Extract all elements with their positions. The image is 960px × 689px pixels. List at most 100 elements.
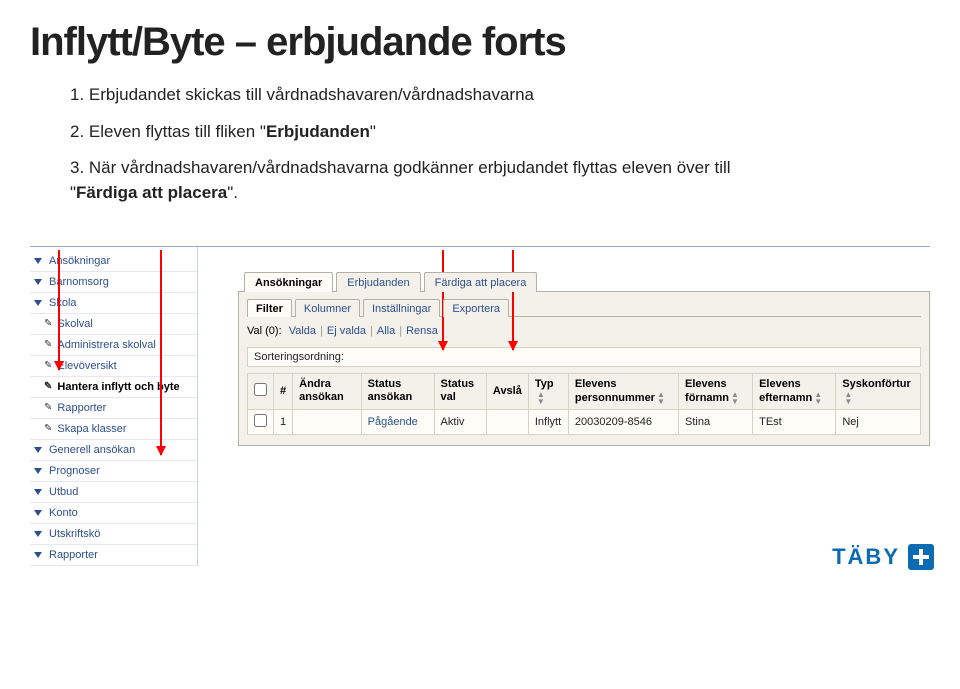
sidebar-item[interactable]: ✎ Rapporter: [30, 398, 197, 419]
table-header: [248, 373, 274, 409]
sidebar-item-label: Elevöversikt: [57, 360, 116, 372]
wand-icon: ✎: [44, 360, 52, 371]
status-link[interactable]: Pågående: [368, 416, 418, 428]
wand-icon: ✎: [44, 339, 52, 350]
table-header[interactable]: Elevens förnamn▲▼: [679, 373, 753, 409]
intro-line-3: 3. När vårdnadshavaren/vårdnadshavarna g…: [70, 156, 770, 205]
sidebar-section[interactable]: Utskriftskö: [30, 524, 197, 545]
page-title: Inflytt/Byte – erbjudande forts: [30, 20, 930, 65]
sort-order-bar: Sorteringsordning:: [247, 347, 921, 367]
sidebar-section[interactable]: Konto: [30, 503, 197, 524]
table-row: 1 Pågående Aktiv Inflytt20030209-8546StinaT…: [248, 409, 921, 434]
chevron-down-icon: [34, 258, 42, 264]
intro-line-2: 2. Eleven flyttas till fliken "Erbjudand…: [70, 120, 770, 145]
table-cell: [486, 409, 528, 434]
chevron-down-icon: [34, 468, 42, 474]
table-header[interactable]: Avslå: [486, 373, 528, 409]
sidebar-section[interactable]: Utbud: [30, 482, 197, 503]
tab[interactable]: Erbjudanden: [336, 272, 420, 292]
row-checkbox[interactable]: [254, 414, 267, 427]
filter-tab[interactable]: Inställningar: [363, 299, 440, 317]
table-cell: Stina: [679, 409, 753, 434]
chevron-down-icon: [34, 489, 42, 495]
arrow-icon: [512, 250, 514, 350]
sidebar-section[interactable]: Generell ansökan: [30, 440, 197, 461]
results-table: #Ändra ansökanStatus ansökanStatus valAv…: [247, 373, 921, 435]
table-cell: 20030209-8546: [568, 409, 678, 434]
chevron-down-icon: [34, 510, 42, 516]
table-header[interactable]: Elevens efternamn▲▼: [753, 373, 836, 409]
table-header[interactable]: Typ▲▼: [528, 373, 568, 409]
chevron-down-icon: [34, 552, 42, 558]
sidebar-section[interactable]: Ansökningar: [30, 251, 197, 272]
table-cell: TEst: [753, 409, 836, 434]
sidebar-item-label: Generell ansökan: [49, 444, 135, 456]
selection-link[interactable]: Alla: [373, 325, 399, 337]
table-header[interactable]: Status ansökan: [361, 373, 434, 409]
chevron-down-icon: [34, 300, 42, 306]
sidebar-item-label: Skolval: [57, 318, 92, 330]
table-cell: [293, 409, 362, 434]
chevron-down-icon: [34, 531, 42, 537]
filter-tabs: FilterKolumnerInställningarExportera: [247, 298, 921, 317]
arrow-icon: [58, 250, 60, 370]
table-header[interactable]: Ändra ansökan: [293, 373, 362, 409]
main-tabs: AnsökningarErbjudandenFärdiga att placer…: [238, 271, 930, 292]
filter-tab[interactable]: Filter: [247, 299, 292, 317]
content-panel: FilterKolumnerInställningarExportera Val…: [238, 292, 930, 446]
sidebar-item[interactable]: ✎Hantera inflytt och byte: [30, 377, 197, 398]
selection-link[interactable]: Valda: [285, 325, 320, 337]
table-header[interactable]: Elevens personnummer▲▼: [568, 373, 678, 409]
sidebar-section[interactable]: Skola: [30, 293, 197, 314]
selection-link[interactable]: Rensa: [402, 325, 442, 337]
sidebar-section[interactable]: Prognoser: [30, 461, 197, 482]
sidebar-item-label: Skola: [49, 297, 77, 309]
brand-logo: TÄBY: [832, 544, 934, 570]
sidebar-item-label: Rapporter: [57, 402, 106, 414]
sort-icon: ▲▼: [537, 391, 545, 405]
app-screenshot: AnsökningarBarnomsorgSkola✎Skolval✎Admin…: [30, 246, 930, 566]
sidebar-item-label: Rapporter: [49, 549, 98, 561]
sidebar-item-label: Utbud: [49, 486, 78, 498]
table-header[interactable]: Syskonförtur▲▼: [836, 373, 921, 409]
sidebar-item-label: Administrera skolval: [57, 339, 155, 351]
table-cell: Inflytt: [528, 409, 568, 434]
sidebar-item-label: Skapa klasser: [57, 423, 126, 435]
sort-icon: ▲▼: [731, 391, 739, 405]
table-header[interactable]: Status val: [434, 373, 486, 409]
filter-tab[interactable]: Exportera: [443, 299, 509, 317]
arrow-icon: [160, 250, 162, 455]
sidebar-section[interactable]: Barnomsorg: [30, 272, 197, 293]
sidebar-section[interactable]: Rapporter: [30, 545, 197, 566]
table-cell: [248, 409, 274, 434]
intro-line-1: 1. Erbjudandet skickas till vårdnadshava…: [70, 83, 770, 108]
tab[interactable]: Ansökningar: [244, 272, 333, 292]
brand-icon: [908, 544, 934, 570]
tab[interactable]: Färdiga att placera: [424, 272, 538, 292]
main-panel: AnsökningarErbjudandenFärdiga att placer…: [198, 247, 930, 566]
sidebar-item[interactable]: ✎ Administrera skolval: [30, 335, 197, 356]
sidebar-item[interactable]: ✎ Skapa klasser: [30, 419, 197, 440]
table-cell: Nej: [836, 409, 921, 434]
brand-text: TÄBY: [832, 544, 900, 570]
wand-icon: ✎: [44, 402, 52, 413]
sidebar-item-label: Utskriftskö: [49, 528, 100, 540]
filter-tab[interactable]: Kolumner: [295, 299, 360, 317]
selection-row: Val (0): Valda|Ej valda|Alla|Rensa: [247, 323, 921, 343]
chevron-down-icon: [34, 447, 42, 453]
selection-prefix: Val (0):: [247, 325, 282, 337]
table-cell: 1: [274, 409, 293, 434]
sidebar: AnsökningarBarnomsorgSkola✎Skolval✎Admin…: [30, 247, 198, 566]
table-header: #: [274, 373, 293, 409]
table-cell: Aktiv: [434, 409, 486, 434]
sort-icon: ▲▼: [844, 391, 852, 405]
selection-link[interactable]: Ej valda: [323, 325, 370, 337]
sidebar-item[interactable]: ✎Skolval: [30, 314, 197, 335]
sidebar-item-label: Prognoser: [49, 465, 100, 477]
chevron-down-icon: [34, 279, 42, 285]
select-all-checkbox[interactable]: [254, 383, 267, 396]
sidebar-item-label: Konto: [49, 507, 78, 519]
intro-text: 1. Erbjudandet skickas till vårdnadshava…: [70, 83, 770, 206]
table-cell: Pågående: [361, 409, 434, 434]
wand-icon: ✎: [44, 423, 52, 434]
